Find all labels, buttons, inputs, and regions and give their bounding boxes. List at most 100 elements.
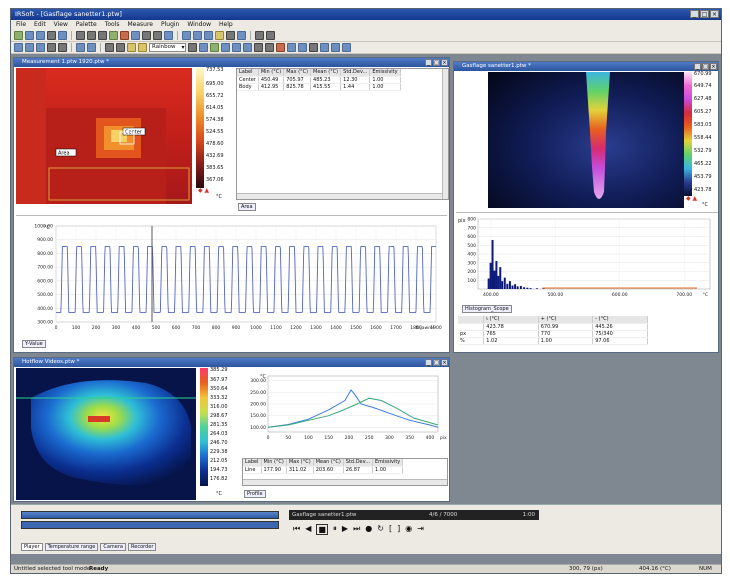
compare-icon[interactable] [309,43,319,52]
window-maximize-button[interactable]: □ [433,359,440,366]
menu-tools[interactable]: Tools [105,20,120,30]
window-close-button[interactable]: × [441,59,448,66]
rectangle-tool-icon[interactable] [14,43,23,52]
step-back-icon[interactable]: ◀ [305,524,311,535]
window-minimize-button[interactable]: _ [425,59,432,66]
column-header[interactable]: Std.Dev... [340,69,371,77]
tab-profile[interactable]: Profile [244,490,266,498]
loop-icon[interactable]: ↻ [377,524,384,535]
settings-icon[interactable] [164,31,173,40]
save-icon[interactable] [36,31,45,40]
tile-icon[interactable] [320,43,330,52]
profile-icon[interactable] [221,43,231,52]
crosshair-icon[interactable] [287,43,297,52]
minimize-button[interactable]: _ [690,10,699,18]
record-icon[interactable] [120,31,129,40]
line-measure-icon[interactable] [47,43,56,52]
table-row[interactable]: Center 450.49 705.97 485.23 12.30 1.00 [237,76,401,84]
column-header[interactable]: Emissivity [369,69,401,77]
cut-icon[interactable] [76,31,85,40]
palette-select[interactable]: Rainbow [149,43,187,52]
thermal-image-furnace[interactable]: Area Center [16,68,192,204]
timeline-track[interactable] [21,511,279,519]
column-header[interactable]: Min (°C) [261,459,287,467]
arrow-icon[interactable] [266,31,275,40]
fullscreen-icon[interactable] [342,43,352,52]
zoom-out-icon[interactable] [243,43,253,52]
column-header[interactable]: Label [243,459,262,467]
tab-camera[interactable]: Camera [100,543,126,551]
window-close-button[interactable]: × [441,359,448,366]
grid-icon[interactable] [182,31,191,40]
view-mode-icon[interactable] [76,43,85,52]
new-icon[interactable] [14,31,23,40]
pause-icon[interactable]: ⏸ [333,524,337,535]
image-icon[interactable] [131,31,140,40]
polygon-tool-icon[interactable] [58,43,67,52]
pan-icon[interactable] [254,43,264,52]
skip-back-icon[interactable]: ⏮ [293,524,300,535]
legend-histogram-scope[interactable]: Histogram_Scope [462,305,512,313]
view-split-icon[interactable] [87,43,96,52]
menu-edit[interactable]: Edit [34,20,46,30]
menu-plugin[interactable]: Plugin [161,20,179,30]
point-tool-icon[interactable] [36,43,45,52]
export-video-icon[interactable]: ⇥ [417,524,424,535]
window-icon[interactable] [204,31,213,40]
measure-icon[interactable] [226,31,235,40]
record-icon[interactable]: ● [365,524,372,535]
paste-icon[interactable] [98,31,107,40]
mark-in-icon[interactable]: [ [389,524,392,535]
table-horizontal-scrollbar[interactable] [243,479,447,485]
snapshot-icon[interactable]: ◉ [405,524,412,535]
stop-icon[interactable]: ■ [316,524,328,535]
scale-adjust-icon[interactable]: ◆ ▲ [198,188,209,194]
histogram-icon[interactable] [210,43,220,52]
window-minimize-button[interactable]: _ [694,63,701,70]
zoom-icon[interactable] [237,31,246,40]
palette-icon[interactable] [127,43,136,52]
menu-file[interactable]: File [16,20,26,30]
export-icon[interactable] [215,31,224,40]
table-row[interactable]: Line 177.90 311.02 203.60 26.87 1.00 [243,466,404,474]
close-button[interactable]: × [710,10,719,18]
zoom-in-icon[interactable] [232,43,242,52]
tab-recorder[interactable]: Recorder [128,543,157,551]
window-close-button[interactable]: × [710,63,717,70]
column-header[interactable]: Label [237,69,259,77]
skip-forward-icon[interactable]: ⏭ [353,524,360,535]
isotherm-icon[interactable] [199,43,209,52]
thermal-image-flame[interactable] [488,72,684,208]
play-icon[interactable]: ▶ [342,524,348,535]
tab-player[interactable]: Player [21,543,43,551]
line-tool-icon[interactable] [255,31,264,40]
menu-measure[interactable]: Measure [127,20,153,30]
forward-icon[interactable] [116,43,125,52]
scale-adjust-icon[interactable]: ◆ ▲ [686,196,697,202]
back-icon[interactable] [105,43,114,52]
column-header[interactable]: Mean (°C) [313,459,344,467]
column-header[interactable]: Mean (°C) [310,69,342,77]
thermal-image-hotflow[interactable] [16,368,196,500]
column-header[interactable]: Max (°C) [283,69,312,77]
window-maximize-button[interactable]: □ [433,59,440,66]
column-header[interactable]: Emissivity [372,459,404,467]
table-row[interactable]: Body 412.95 825.78 415.55 1.44 1.00 [237,83,401,91]
open-icon[interactable] [25,31,34,40]
tab-temperature-range[interactable]: Temperature range [44,543,99,551]
menu-palette[interactable]: Palette [76,20,97,30]
ellipse-tool-icon[interactable] [25,43,34,52]
palette-invert-icon[interactable] [138,43,147,52]
copy-icon[interactable] [87,31,96,40]
redo-icon[interactable] [153,31,162,40]
tab-area[interactable]: Area [238,203,256,211]
info-icon[interactable] [58,31,67,40]
cascade-icon[interactable] [331,43,341,52]
column-header[interactable]: Min (°C) [258,69,285,77]
maximize-button[interactable]: □ [700,10,709,18]
window-minimize-button[interactable]: _ [425,359,432,366]
cursor-icon[interactable] [265,43,275,52]
menu-help[interactable]: Help [219,20,233,30]
print-icon[interactable] [47,31,56,40]
auto-scale-icon[interactable] [188,43,198,52]
